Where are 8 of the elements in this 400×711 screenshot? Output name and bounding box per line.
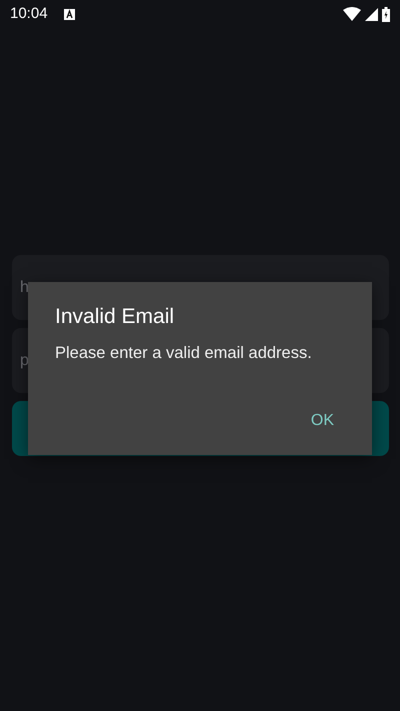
dialog-message: Please enter a valid email address. [55, 343, 313, 364]
dialog-title: Invalid Email [55, 304, 176, 330]
ok-button[interactable]: OK [302, 407, 342, 435]
font-icon [64, 8, 75, 20]
signal-icon [365, 8, 378, 20]
wifi-icon [343, 7, 361, 21]
status-time: 10:04 [10, 4, 48, 24]
battery-icon [382, 6, 390, 22]
